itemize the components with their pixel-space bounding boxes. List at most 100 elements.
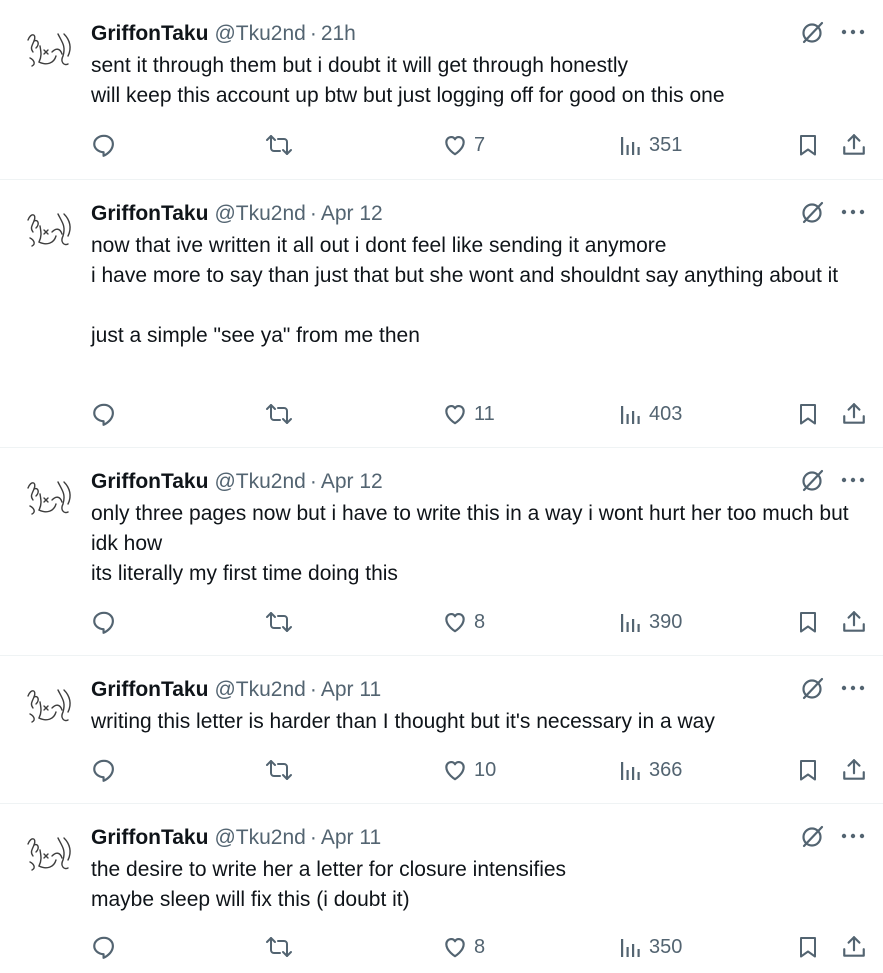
tweet-header: GriffonTaku @Tku2nd · Apr 11	[91, 824, 863, 852]
tweet[interactable]: GriffonTaku @Tku2nd · Apr 11 the desire …	[0, 804, 883, 973]
tweet-timestamp[interactable]: Apr 12	[321, 468, 383, 496]
views-chart-icon	[621, 762, 640, 780]
reply-button[interactable]	[91, 755, 117, 785]
grok-icon	[802, 201, 824, 224]
tweet-header: GriffonTaku @Tku2nd · Apr 11	[91, 676, 863, 704]
tweet-top-actions	[799, 18, 865, 46]
more-options-icon	[841, 477, 865, 483]
like-button[interactable]: 7	[442, 130, 485, 160]
tweet[interactable]: GriffonTaku @Tku2nd · Apr 12 now that iv…	[0, 180, 883, 448]
more-options-button[interactable]	[841, 684, 865, 692]
avatar[interactable]	[22, 830, 76, 876]
reply-button[interactable]	[91, 607, 117, 637]
share-button[interactable]	[841, 130, 867, 160]
author-handle[interactable]: @Tku2nd	[214, 824, 305, 852]
retweet-button[interactable]	[264, 130, 294, 160]
more-options-button[interactable]	[841, 208, 865, 216]
grok-button[interactable]	[799, 198, 827, 226]
grok-button[interactable]	[799, 466, 827, 494]
tweet-actions: 7 351	[91, 130, 865, 160]
author-handle[interactable]: @Tku2nd	[214, 200, 305, 228]
more-options-button[interactable]	[841, 476, 865, 484]
like-button[interactable]: 11	[442, 399, 495, 429]
views-count: 350	[649, 935, 683, 958]
more-options-button[interactable]	[841, 28, 865, 36]
author-name[interactable]: GriffonTaku	[91, 200, 208, 228]
views-button[interactable]: 390	[619, 607, 682, 637]
separator-dot: ·	[309, 22, 317, 45]
share-button[interactable]	[841, 607, 867, 637]
like-button[interactable]: 10	[442, 755, 496, 785]
views-count: 403	[649, 402, 683, 425]
retweet-button[interactable]	[264, 399, 294, 429]
grok-icon	[802, 469, 824, 492]
like-count: 8	[474, 935, 486, 958]
views-button[interactable]: 403	[619, 399, 682, 429]
author-name[interactable]: GriffonTaku	[91, 824, 208, 852]
bookmark-button[interactable]	[796, 932, 820, 962]
retweet-button[interactable]	[264, 932, 294, 962]
reply-icon	[93, 403, 114, 426]
tweet-timestamp[interactable]: Apr 12	[321, 200, 383, 228]
more-options-icon	[841, 833, 865, 839]
tweet-top-actions	[799, 466, 865, 494]
more-options-icon	[841, 209, 865, 215]
tweet-actions: 8 350	[91, 932, 865, 962]
avatar[interactable]	[22, 206, 76, 252]
author-name[interactable]: GriffonTaku	[91, 676, 208, 704]
views-button[interactable]: 350	[619, 932, 682, 962]
sketch-avatar-icon	[27, 837, 71, 871]
retweet-button[interactable]	[264, 607, 294, 637]
views-chart-icon	[621, 614, 640, 632]
like-button[interactable]: 8	[442, 932, 485, 962]
tweet-actions: 8 390	[91, 607, 865, 637]
avatar[interactable]	[22, 474, 76, 520]
views-button[interactable]: 351	[619, 130, 682, 160]
share-icon	[843, 403, 865, 424]
more-options-button[interactable]	[841, 832, 865, 840]
tweet-header: GriffonTaku @Tku2nd · 21h	[91, 20, 863, 48]
bookmark-button[interactable]	[796, 607, 820, 637]
heart-icon	[445, 136, 465, 156]
share-button[interactable]	[841, 399, 867, 429]
tweet-timestamp[interactable]: Apr 11	[321, 824, 381, 852]
separator-dot: ·	[309, 202, 317, 225]
avatar[interactable]	[22, 682, 76, 728]
author-name[interactable]: GriffonTaku	[91, 20, 208, 48]
tweet-timestamp[interactable]: Apr 11	[321, 676, 381, 704]
bookmark-icon	[800, 612, 816, 633]
like-button[interactable]: 8	[442, 607, 485, 637]
avatar[interactable]	[22, 26, 76, 72]
share-button[interactable]	[841, 755, 867, 785]
tweet[interactable]: GriffonTaku @Tku2nd · 21h sent it throug…	[0, 0, 883, 180]
reply-button[interactable]	[91, 130, 117, 160]
bookmark-button[interactable]	[796, 130, 820, 160]
grok-button[interactable]	[799, 822, 827, 850]
bookmark-button[interactable]	[796, 399, 820, 429]
grok-button[interactable]	[799, 18, 827, 46]
tweet-text: only three pages now but i have to write…	[91, 502, 849, 585]
author-name[interactable]: GriffonTaku	[91, 468, 208, 496]
share-button[interactable]	[841, 932, 867, 962]
reply-button[interactable]	[91, 932, 117, 962]
tweet[interactable]: GriffonTaku @Tku2nd · Apr 12 only three …	[0, 448, 883, 656]
reply-button[interactable]	[91, 399, 117, 429]
tweet-timestamp[interactable]: 21h	[321, 20, 356, 48]
tweet[interactable]: GriffonTaku @Tku2nd · Apr 11 writing thi…	[0, 656, 883, 804]
views-button[interactable]: 366	[619, 755, 682, 785]
grok-icon	[802, 825, 824, 848]
author-handle[interactable]: @Tku2nd	[214, 20, 305, 48]
grok-icon	[802, 21, 824, 44]
author-handle[interactable]: @Tku2nd	[214, 676, 305, 704]
tweet-top-actions	[799, 822, 865, 850]
like-count: 8	[474, 610, 486, 633]
like-count: 11	[474, 402, 495, 425]
views-chart-icon	[621, 137, 640, 155]
retweet-icon	[266, 937, 292, 957]
sketch-avatar-icon	[27, 33, 71, 67]
author-handle[interactable]: @Tku2nd	[214, 468, 305, 496]
more-options-icon	[841, 29, 865, 35]
grok-button[interactable]	[799, 674, 827, 702]
bookmark-button[interactable]	[796, 755, 820, 785]
retweet-button[interactable]	[264, 755, 294, 785]
